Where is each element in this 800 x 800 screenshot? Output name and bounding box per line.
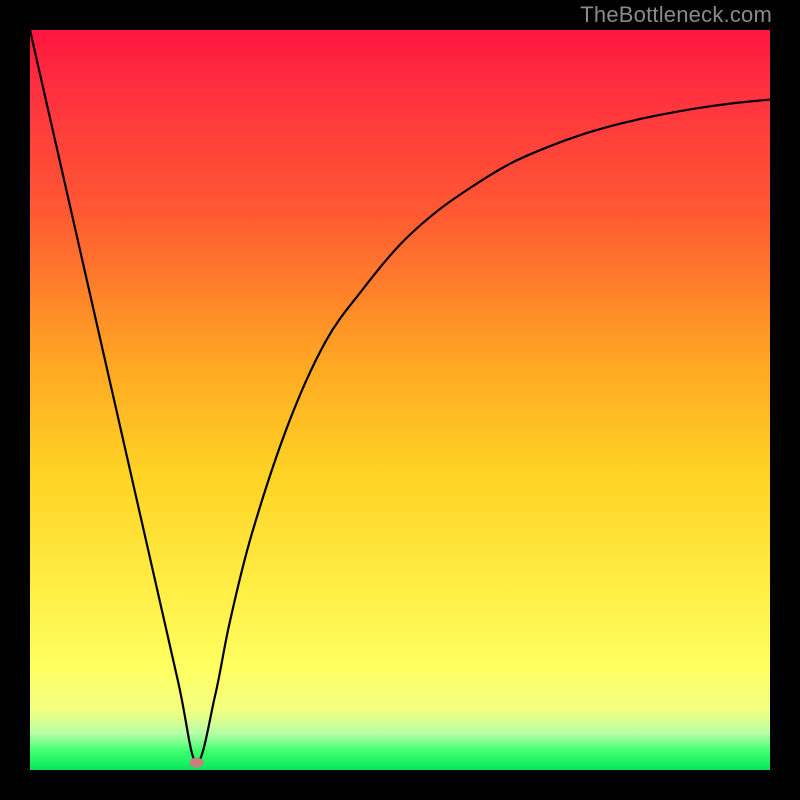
plot-area [30,30,770,770]
watermark-text: TheBottleneck.com [580,2,772,28]
chart-frame: TheBottleneck.com [0,0,800,800]
bottleneck-curve [30,30,770,763]
chart-svg [30,30,770,770]
minimum-marker [190,758,204,768]
